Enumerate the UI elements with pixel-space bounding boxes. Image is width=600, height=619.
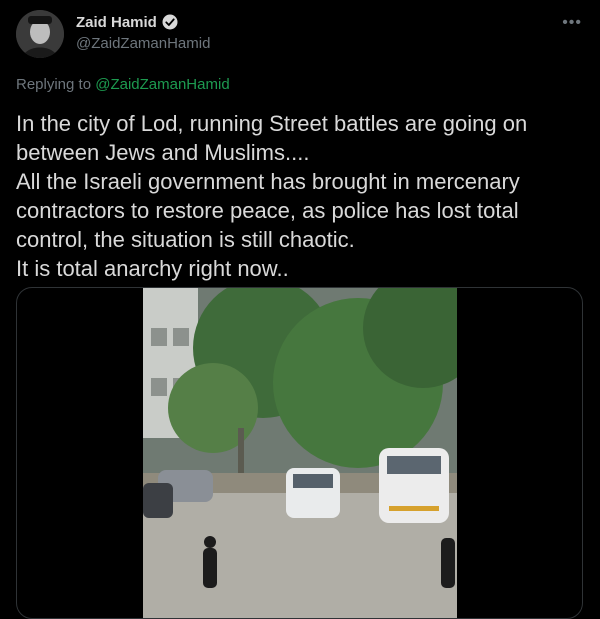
- reply-to-mention-link[interactable]: @ZaidZamanHamid: [95, 76, 229, 93]
- author-name-row[interactable]: Zaid Hamid: [76, 13, 210, 31]
- tweet-text: In the city of Lod, running Street battl…: [16, 111, 528, 281]
- author-display-name[interactable]: Zaid Hamid: [76, 14, 157, 31]
- avatar[interactable]: [16, 10, 64, 58]
- verified-badge-icon: [162, 14, 178, 30]
- video-frame-image: [143, 288, 457, 618]
- reply-prefix: Replying to: [16, 76, 92, 93]
- author-handle[interactable]: @ZaidZamanHamid: [76, 35, 210, 52]
- reply-context: Replying to @ZaidZamanHamid: [16, 76, 230, 93]
- video-player[interactable]: [143, 288, 457, 618]
- media-container[interactable]: [16, 287, 583, 619]
- avatar-image: [16, 10, 64, 58]
- more-horizontal-icon[interactable]: •••: [562, 14, 582, 32]
- author-info: Zaid Hamid @ZaidZamanHamid: [76, 13, 210, 53]
